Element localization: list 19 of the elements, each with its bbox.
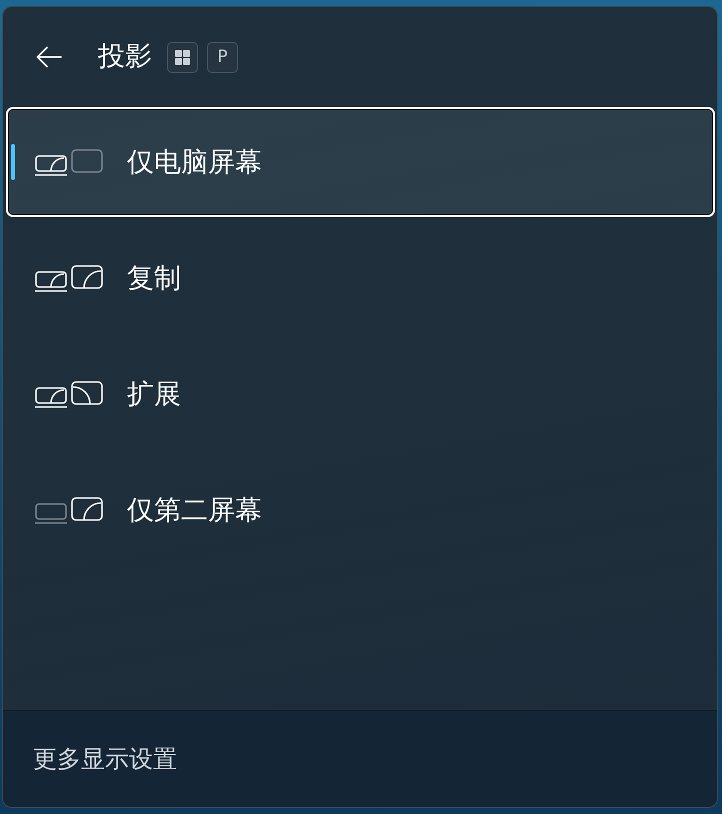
back-arrow-icon	[36, 46, 62, 68]
selection-indicator	[11, 144, 15, 180]
projection-option[interactable]: 扩展	[6, 339, 715, 449]
projection-option[interactable]: 仅电脑屏幕	[6, 107, 715, 217]
monitor-icon	[71, 380, 103, 404]
laptop-icon	[35, 502, 67, 524]
back-button[interactable]	[36, 46, 62, 68]
more-display-settings-link[interactable]: 更多显示设置	[33, 743, 177, 775]
flyout-title: 投影	[98, 40, 152, 74]
monitor-icon	[71, 148, 103, 172]
laptop-icon	[35, 386, 67, 408]
windows-key-icon	[167, 42, 198, 72]
shortcut-key: P	[207, 42, 238, 72]
projection-option[interactable]: 仅第二屏幕	[6, 455, 715, 565]
laptop-icon	[35, 270, 67, 292]
laptop-icon	[35, 154, 67, 176]
projection-option[interactable]: 复制	[6, 223, 715, 333]
monitor-icon	[71, 496, 103, 520]
monitor-icon	[71, 264, 103, 288]
